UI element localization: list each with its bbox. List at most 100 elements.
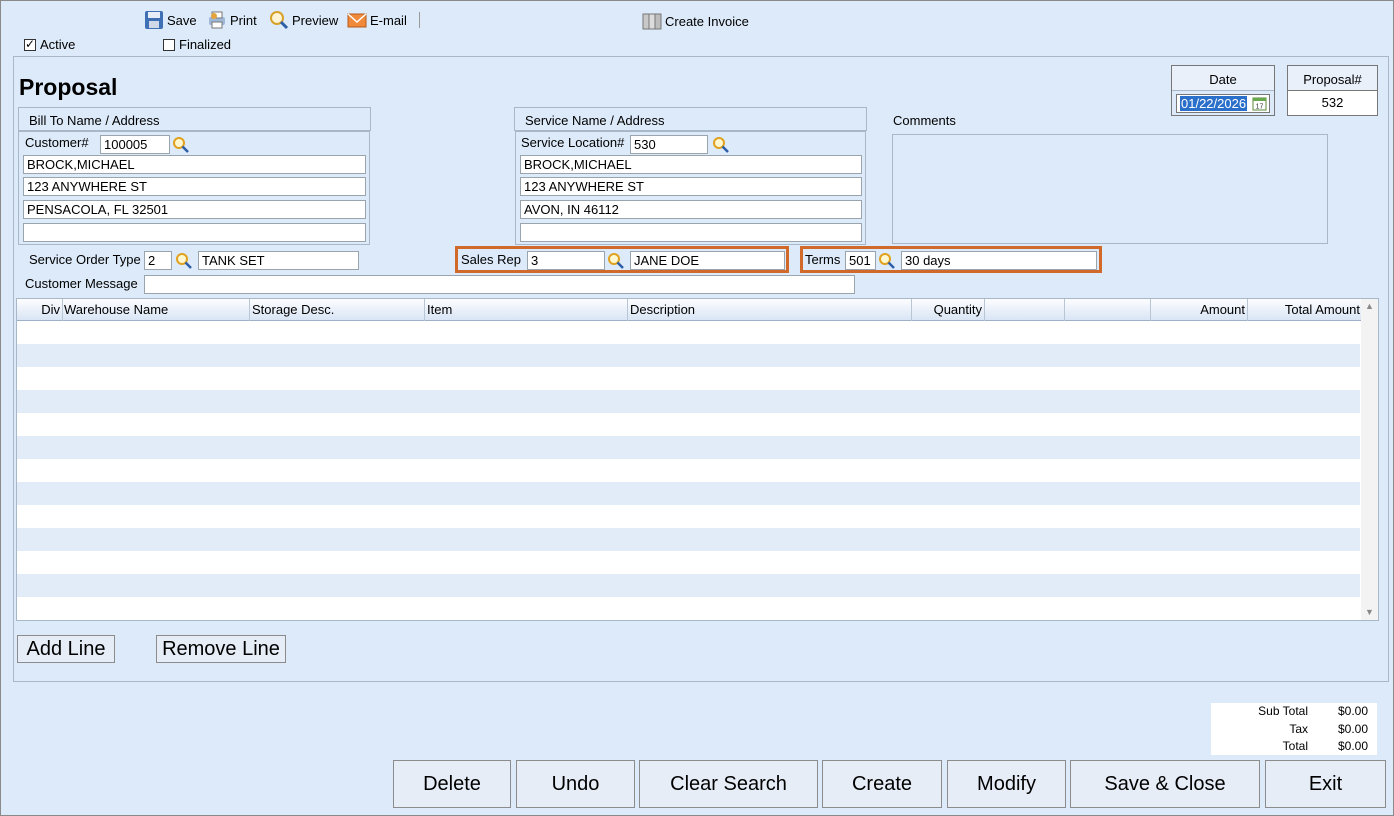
tax-label: Tax (1289, 722, 1308, 736)
tax-value: $0.00 (1337, 722, 1368, 736)
subtotal-row: Sub Total $0.00 (1211, 704, 1377, 721)
finalized-check-box[interactable] (163, 38, 175, 51)
envelope-icon (347, 13, 367, 28)
table-row[interactable] (17, 436, 1360, 459)
service-address1-input[interactable]: 123 ANYWHERE ST (520, 177, 862, 196)
sales-rep-label: Sales Rep (461, 252, 521, 267)
finalized-checkbox[interactable]: Finalized (163, 37, 231, 52)
grid-vertical-scrollbar[interactable]: ▲ ▼ (1361, 299, 1378, 620)
grid-header: Div Warehouse Name Storage Desc. Item De… (17, 299, 1362, 321)
subtotal-label: Sub Total (1258, 704, 1308, 718)
save-label: Save (167, 12, 197, 28)
date-value: 01/22/2026 (1180, 96, 1248, 111)
service-order-type-label: Service Order Type (29, 252, 141, 267)
service-location-search-icon[interactable] (712, 136, 730, 154)
email-button[interactable]: E-mail (347, 8, 407, 32)
undo-button[interactable]: Undo (516, 760, 635, 808)
date-box: Date 01/22/2026 17 (1171, 65, 1275, 116)
preview-label: Preview (292, 12, 339, 28)
table-row[interactable] (17, 367, 1360, 390)
table-row[interactable] (17, 413, 1360, 436)
date-label: Date (1172, 66, 1274, 91)
col-quantity[interactable]: Quantity (912, 299, 985, 321)
active-checkbox[interactable]: Active (24, 36, 75, 52)
col-description[interactable]: Description (628, 299, 912, 321)
col-blank-2[interactable] (1065, 299, 1151, 321)
service-name-input[interactable]: BROCK,MICHAEL (520, 155, 862, 174)
bill-to-address2-input[interactable]: PENSACOLA, FL 32501 (23, 200, 366, 219)
service-order-type-search-icon[interactable] (175, 252, 193, 270)
subtotal-value: $0.00 (1337, 704, 1368, 718)
document-stack-icon (642, 13, 662, 30)
delete-button[interactable]: Delete (393, 760, 511, 808)
create-invoice-button[interactable]: Create Invoice (642, 9, 749, 33)
service-location-input[interactable]: 530 (630, 135, 708, 154)
total-row: Total $0.00 (1211, 739, 1377, 756)
preview-button[interactable]: Preview (269, 8, 338, 32)
exit-button[interactable]: Exit (1265, 760, 1386, 808)
table-row[interactable] (17, 344, 1360, 367)
totals-box: Sub Total $0.00 Tax $0.00 Total $0.00 (1211, 703, 1377, 755)
page-title: Proposal (19, 74, 118, 100)
save-close-button[interactable]: Save & Close (1070, 760, 1260, 808)
customer-message-input[interactable] (144, 275, 855, 294)
table-row[interactable] (17, 597, 1360, 620)
col-amount[interactable]: Amount (1151, 299, 1248, 321)
scroll-down-arrow-icon[interactable]: ▼ (1365, 607, 1374, 617)
service-order-type-code-input[interactable]: 2 (144, 251, 172, 270)
service-address2-input[interactable]: AVON, IN 46112 (520, 200, 862, 219)
terms-search-icon[interactable] (878, 252, 896, 270)
proposal-number-box: Proposal# 532 (1287, 65, 1378, 116)
sales-rep-code-input[interactable]: 3 (527, 251, 605, 270)
save-button[interactable]: Save (144, 8, 197, 32)
col-total-amount[interactable]: Total Amount (1248, 299, 1362, 321)
date-input[interactable]: 01/22/2026 17 (1176, 94, 1270, 113)
bill-to-name-input[interactable]: BROCK,MICHAEL (23, 155, 366, 174)
col-warehouse-name[interactable]: Warehouse Name (63, 299, 250, 321)
proposal-window: Save Print Preview E-mail Create Invoice (0, 0, 1394, 816)
col-item[interactable]: Item (425, 299, 628, 321)
active-check-box[interactable] (24, 36, 36, 52)
calendar-icon[interactable]: 17 (1252, 96, 1267, 111)
table-row[interactable] (17, 482, 1360, 505)
col-div[interactable]: Div (17, 299, 63, 321)
print-button[interactable]: Print (207, 8, 257, 32)
service-address3-input[interactable] (520, 223, 862, 242)
table-row[interactable] (17, 390, 1360, 413)
scroll-up-arrow-icon[interactable]: ▲ (1365, 301, 1374, 311)
customer-search-icon[interactable] (172, 136, 190, 154)
service-header: Service Name / Address (514, 107, 867, 131)
comments-textarea[interactable] (892, 134, 1328, 244)
proposal-number-label: Proposal# (1288, 66, 1377, 91)
modify-button[interactable]: Modify (947, 760, 1066, 808)
print-label: Print (230, 12, 257, 28)
remove-line-button[interactable]: Remove Line (156, 635, 286, 663)
table-row[interactable] (17, 551, 1360, 574)
svg-text:17: 17 (1256, 104, 1264, 111)
tax-row: Tax $0.00 (1211, 722, 1377, 739)
total-value: $0.00 (1337, 739, 1368, 753)
terms-code-input[interactable]: 501 (845, 251, 876, 270)
email-label: E-mail (370, 12, 407, 28)
col-blank-1[interactable] (985, 299, 1065, 321)
table-row[interactable] (17, 459, 1360, 482)
col-storage-desc[interactable]: Storage Desc. (250, 299, 425, 321)
bill-to-address3-input[interactable] (23, 223, 366, 242)
bill-to-address1-input[interactable]: 123 ANYWHERE ST (23, 177, 366, 196)
line-items-grid[interactable]: Div Warehouse Name Storage Desc. Item De… (16, 298, 1379, 621)
add-line-button[interactable]: Add Line (17, 635, 115, 663)
terms-name-input[interactable]: 30 days (901, 251, 1097, 270)
total-label: Total (1282, 739, 1308, 753)
finalized-label: Finalized (179, 37, 232, 52)
customer-number-input[interactable]: 100005 (100, 135, 170, 154)
floppy-disk-icon (145, 11, 163, 29)
create-button[interactable]: Create (822, 760, 942, 808)
table-row[interactable] (17, 505, 1360, 528)
clear-search-button[interactable]: Clear Search (639, 760, 818, 808)
table-row[interactable] (17, 528, 1360, 551)
table-row[interactable] (17, 321, 1360, 344)
sales-rep-name-input[interactable]: JANE DOE (630, 251, 785, 270)
sales-rep-search-icon[interactable] (607, 252, 625, 270)
service-order-type-name-input[interactable]: TANK SET (198, 251, 359, 270)
table-row[interactable] (17, 574, 1360, 597)
